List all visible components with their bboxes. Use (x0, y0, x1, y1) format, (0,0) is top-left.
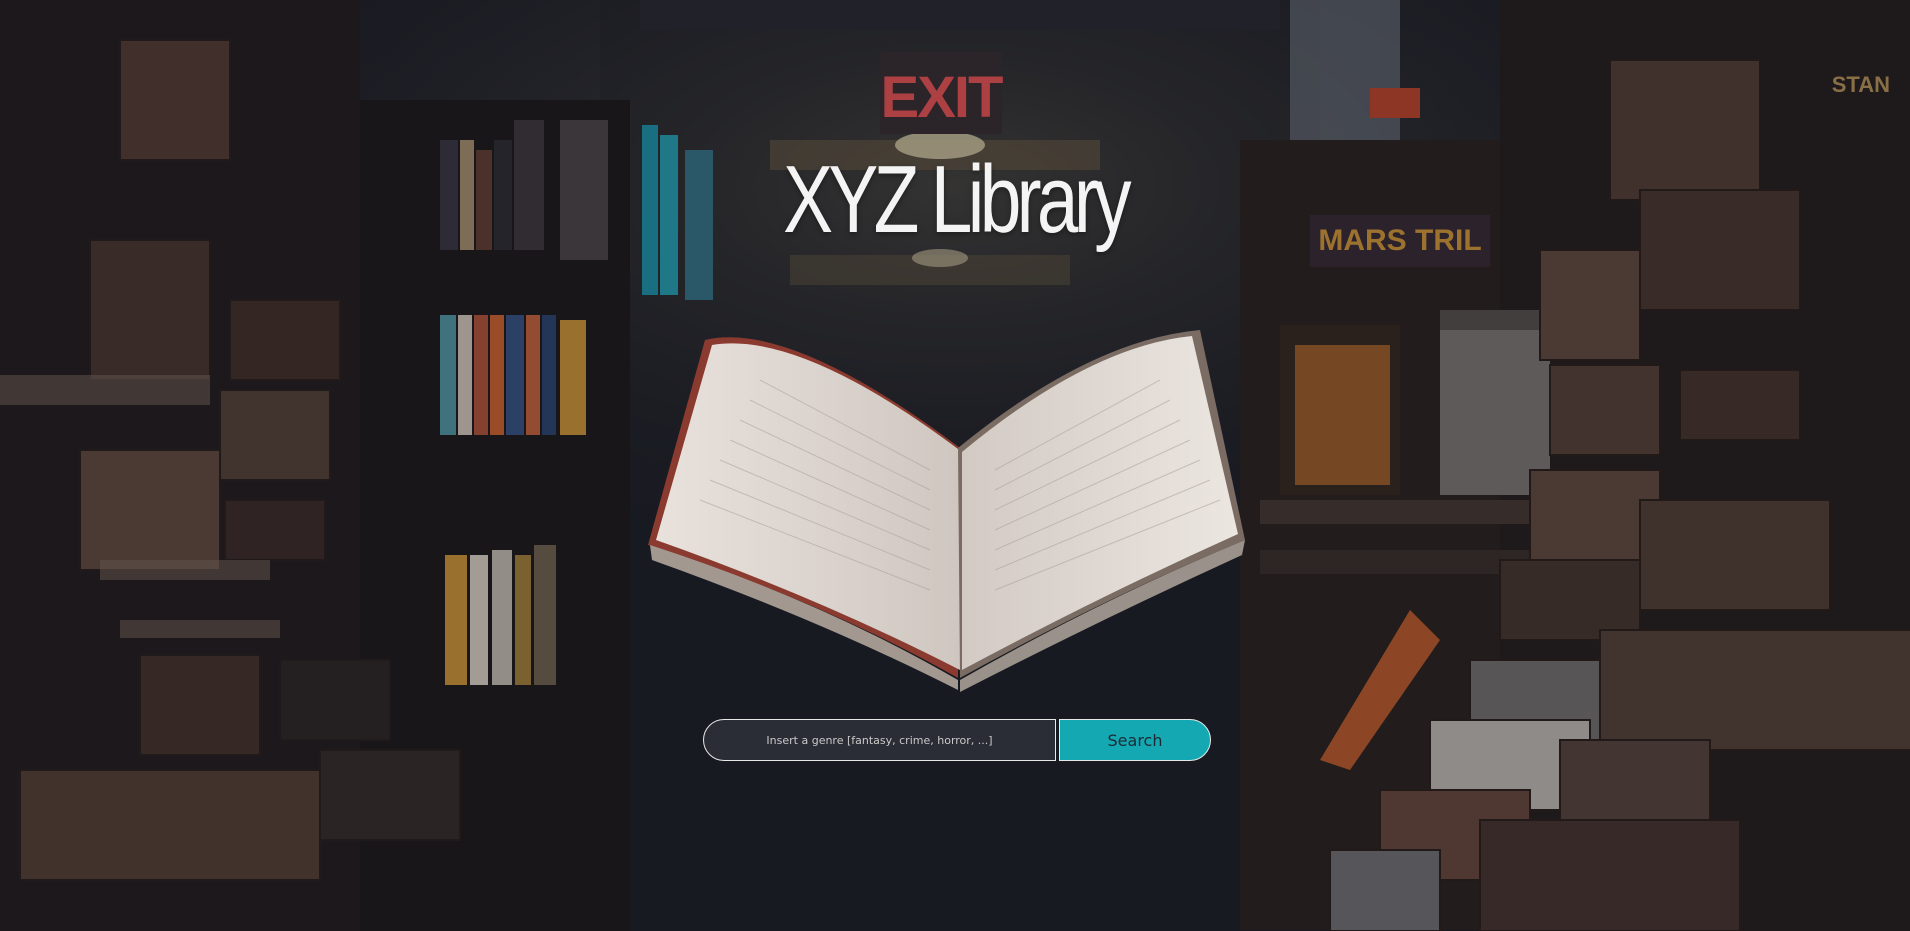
hero-section: EXIT MARS TRIL STAN XYZ Library Insert a… (0, 0, 1910, 931)
page-title: XYZ Library (783, 146, 1132, 253)
library-background-image: EXIT MARS TRIL STAN (0, 0, 1910, 931)
genre-search-input[interactable] (703, 719, 1056, 761)
search-button[interactable]: Search (1059, 719, 1211, 761)
genre-search-form: Search (703, 719, 1211, 761)
